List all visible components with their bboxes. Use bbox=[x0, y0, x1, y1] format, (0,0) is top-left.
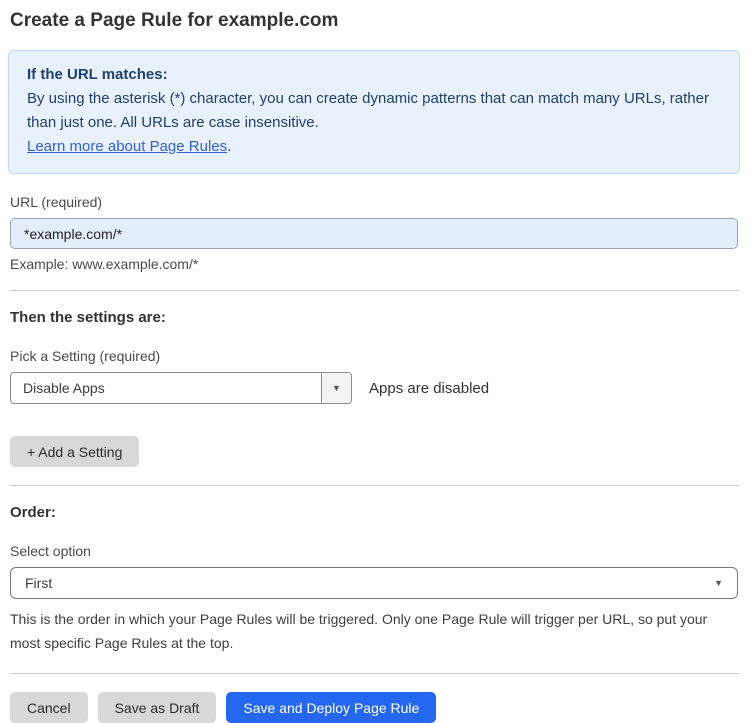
order-select[interactable]: First ▼ bbox=[10, 567, 738, 599]
url-match-info-box: If the URL matches: By using the asteris… bbox=[8, 50, 740, 174]
info-box-body: By using the asterisk (*) character, you… bbox=[27, 90, 709, 131]
settings-section-heading: Then the settings are: bbox=[10, 309, 166, 326]
action-bar: Cancel Save as Draft Save and Deploy Pag… bbox=[10, 692, 740, 723]
setting-picker-label: Pick a Setting (required) bbox=[10, 348, 161, 364]
order-section-heading: Order: bbox=[10, 504, 56, 521]
chevron-down-icon: ▼ bbox=[714, 577, 723, 588]
setting-status-text: Apps are disabled bbox=[369, 379, 490, 397]
divider bbox=[10, 485, 740, 486]
order-helper-text: This is the order in which your Page Rul… bbox=[10, 611, 708, 651]
page-title: Create a Page Rule for example.com bbox=[10, 10, 339, 31]
save-as-draft-button[interactable]: Save as Draft bbox=[97, 692, 217, 723]
order-select-label: Select option bbox=[10, 543, 91, 559]
url-field-label: URL (required) bbox=[10, 194, 103, 210]
chevron-down-icon: ▼ bbox=[332, 382, 341, 393]
setting-row: Disable Apps ▼ Apps are disabled bbox=[10, 372, 740, 404]
url-example-helper: Example: www.example.com/* bbox=[10, 256, 199, 272]
learn-more-link[interactable]: Learn more about Page Rules bbox=[27, 138, 227, 155]
add-setting-button[interactable]: + Add a Setting bbox=[10, 436, 140, 467]
cancel-button[interactable]: Cancel bbox=[10, 692, 88, 723]
setting-select-value[interactable]: Disable Apps bbox=[11, 373, 321, 403]
link-suffix: . bbox=[227, 138, 232, 155]
info-box-link-line: Learn more about Page Rules. bbox=[27, 135, 721, 159]
save-and-deploy-button[interactable]: Save and Deploy Page Rule bbox=[226, 692, 437, 723]
setting-select[interactable]: Disable Apps ▼ bbox=[10, 372, 352, 404]
divider bbox=[10, 290, 740, 291]
order-select-value[interactable]: First bbox=[25, 575, 714, 591]
url-input[interactable] bbox=[10, 218, 738, 249]
info-box-heading: If the URL matches: bbox=[27, 66, 168, 83]
setting-select-caret-button[interactable]: ▼ bbox=[321, 373, 351, 403]
divider bbox=[10, 673, 740, 674]
